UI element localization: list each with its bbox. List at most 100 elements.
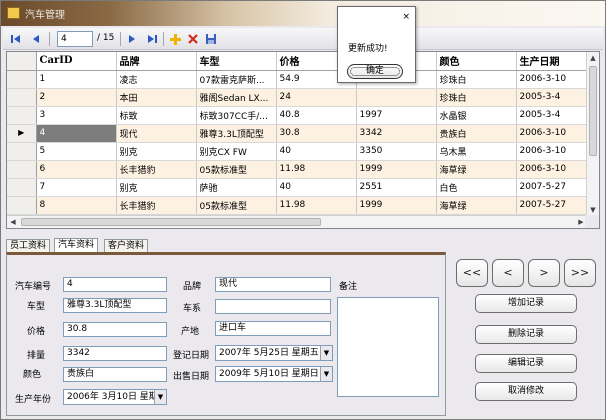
move-next-icon[interactable]: [125, 32, 139, 46]
series-field[interactable]: [215, 299, 331, 314]
delete-record-button[interactable]: 删除记录: [475, 325, 577, 344]
table-cell[interactable]: 40: [276, 178, 357, 197]
table-cell[interactable]: 雅尊3.3L顶配型: [196, 124, 277, 143]
previous-record-button[interactable]: <: [492, 259, 524, 287]
table-cell[interactable]: 雅阁Sedan LX...: [196, 88, 277, 107]
sale-date-picker[interactable]: 2009年 5月10日 星期日 ▼: [215, 366, 333, 382]
car-id-field[interactable]: 4: [63, 277, 167, 292]
table-row[interactable]: ▶ 4 现代 雅尊3.3L顶配型 30.8 3342 贵族白 2006-3-10: [7, 124, 597, 143]
table-cell[interactable]: 30.8: [276, 124, 357, 143]
close-icon[interactable]: ×: [402, 12, 410, 22]
table-cell[interactable]: 5: [36, 142, 117, 161]
table-cell[interactable]: 2005-3-4: [516, 106, 597, 125]
scroll-thumb[interactable]: [589, 66, 597, 156]
table-row[interactable]: 2 本田 雅阁Sedan LX... 24 珍珠白 2005-3-4: [7, 88, 597, 107]
price-field[interactable]: 30.8: [63, 322, 167, 337]
cancel-edit-button[interactable]: 取消修改: [475, 382, 577, 401]
scroll-down-icon[interactable]: ▼: [588, 205, 598, 215]
horizontal-scrollbar[interactable]: ◀ ▶: [7, 215, 587, 228]
table-cell[interactable]: 3350: [356, 142, 437, 161]
chevron-down-icon[interactable]: ▼: [320, 367, 332, 381]
delete-icon[interactable]: [186, 32, 200, 46]
table-row[interactable]: 5 别克 别克CX FW 40 3350 乌木黑 2006-3-10: [7, 142, 597, 161]
table-cell[interactable]: 标致307CC手/...: [196, 106, 277, 125]
table-cell[interactable]: 白色: [436, 178, 517, 197]
table-cell[interactable]: 40: [276, 142, 357, 161]
move-last-icon[interactable]: [145, 32, 159, 46]
row-header[interactable]: [7, 142, 37, 161]
column-header[interactable]: 颜色: [436, 52, 517, 71]
tab-customer[interactable]: 客户资料: [104, 239, 149, 252]
table-cell[interactable]: 2: [36, 88, 117, 107]
column-header[interactable]: 生产日期: [516, 52, 597, 71]
table-cell[interactable]: 07款雷克萨斯...: [196, 70, 277, 89]
column-header[interactable]: 品牌: [116, 52, 197, 71]
add-record-button[interactable]: 增加记录: [475, 294, 577, 313]
chevron-down-icon[interactable]: ▼: [154, 390, 166, 404]
table-cell[interactable]: 2551: [356, 178, 437, 197]
table-cell[interactable]: 24: [276, 88, 357, 107]
table-row[interactable]: 7 别克 萨驰 40 2551 白色 2007-5-27: [7, 178, 597, 197]
scroll-left-icon[interactable]: ◀: [8, 217, 18, 227]
scroll-thumb[interactable]: [21, 218, 321, 226]
table-cell[interactable]: 珍珠白: [436, 88, 517, 107]
table-cell[interactable]: 贵族白: [436, 124, 517, 143]
table-cell[interactable]: 4: [36, 124, 117, 143]
table-row[interactable]: 6 长丰猎豹 05款标准型 11.98 1999 海草绿 2006-3-10: [7, 160, 597, 179]
next-record-button[interactable]: >: [528, 259, 560, 287]
table-cell[interactable]: 萨驰: [196, 178, 277, 197]
table-cell[interactable]: 6: [36, 160, 117, 179]
move-previous-icon[interactable]: [29, 32, 43, 46]
car-data-grid[interactable]: CarID 品牌 车型 价格 颜色 生产日期 1 凌志 07款雷克萨斯... 54.9…: [6, 51, 600, 229]
row-header[interactable]: [7, 196, 37, 215]
table-cell[interactable]: 3: [36, 106, 117, 125]
table-cell[interactable]: 标致: [116, 106, 197, 125]
table-cell[interactable]: 2006-3-10: [516, 142, 597, 161]
table-cell[interactable]: 珍珠白: [436, 70, 517, 89]
table-cell[interactable]: 长丰猎豹: [116, 160, 197, 179]
column-header[interactable]: 车型: [196, 52, 277, 71]
table-cell[interactable]: 2006-3-10: [516, 70, 597, 89]
table-cell[interactable]: 1997: [356, 106, 437, 125]
scroll-up-icon[interactable]: ▲: [588, 53, 598, 63]
table-cell[interactable]: 海草绿: [436, 160, 517, 179]
row-header[interactable]: [7, 88, 37, 107]
row-header[interactable]: [7, 106, 37, 125]
table-cell[interactable]: 乌木黑: [436, 142, 517, 161]
table-row[interactable]: 1 凌志 07款雷克萨斯... 54.9 珍珠白 2006-3-10: [7, 70, 597, 89]
color-field[interactable]: 贵族白: [63, 367, 167, 382]
move-first-icon[interactable]: [9, 32, 23, 46]
table-cell[interactable]: 8: [36, 196, 117, 215]
table-cell[interactable]: 1999: [356, 196, 437, 215]
row-header[interactable]: ▶: [7, 124, 37, 143]
row-header[interactable]: [7, 160, 37, 179]
notes-textarea[interactable]: [337, 297, 439, 397]
table-cell[interactable]: 1: [36, 70, 117, 89]
table-cell[interactable]: 05款标准型: [196, 160, 277, 179]
edit-record-button[interactable]: 编辑记录: [475, 354, 577, 373]
table-row[interactable]: 3 标致 标致307CC手/... 40.8 1997 水晶银 2005-3-4: [7, 106, 597, 125]
table-cell[interactable]: 别克: [116, 178, 197, 197]
table-cell[interactable]: 11.98: [276, 196, 357, 215]
table-cell[interactable]: 2007-5-27: [516, 196, 597, 215]
ok-button[interactable]: 确定: [347, 64, 403, 79]
table-cell[interactable]: 1999: [356, 160, 437, 179]
table-cell[interactable]: 2005-3-4: [516, 88, 597, 107]
model-field[interactable]: 雅尊3.3L顶配型: [63, 298, 167, 313]
table-cell[interactable]: 凌志: [116, 70, 197, 89]
table-cell[interactable]: 2006-3-10: [516, 160, 597, 179]
brand-field[interactable]: 现代: [215, 277, 331, 292]
row-header[interactable]: [7, 178, 37, 197]
vertical-scrollbar[interactable]: ▲ ▼: [586, 52, 599, 216]
displacement-field[interactable]: 3342: [63, 346, 167, 361]
table-cell[interactable]: 7: [36, 178, 117, 197]
table-cell[interactable]: 水晶银: [436, 106, 517, 125]
table-cell[interactable]: 别克CX FW: [196, 142, 277, 161]
table-cell[interactable]: 别克: [116, 142, 197, 161]
tab-employee[interactable]: 员工资料: [6, 239, 51, 252]
table-cell[interactable]: 2006-3-10: [516, 124, 597, 143]
table-row[interactable]: 8 长丰猎豹 05款标准型 11.98 1999 海草绿 2007-5-27: [7, 196, 597, 215]
position-input[interactable]: [57, 31, 93, 47]
table-cell[interactable]: 长丰猎豹: [116, 196, 197, 215]
table-cell[interactable]: 本田: [116, 88, 197, 107]
